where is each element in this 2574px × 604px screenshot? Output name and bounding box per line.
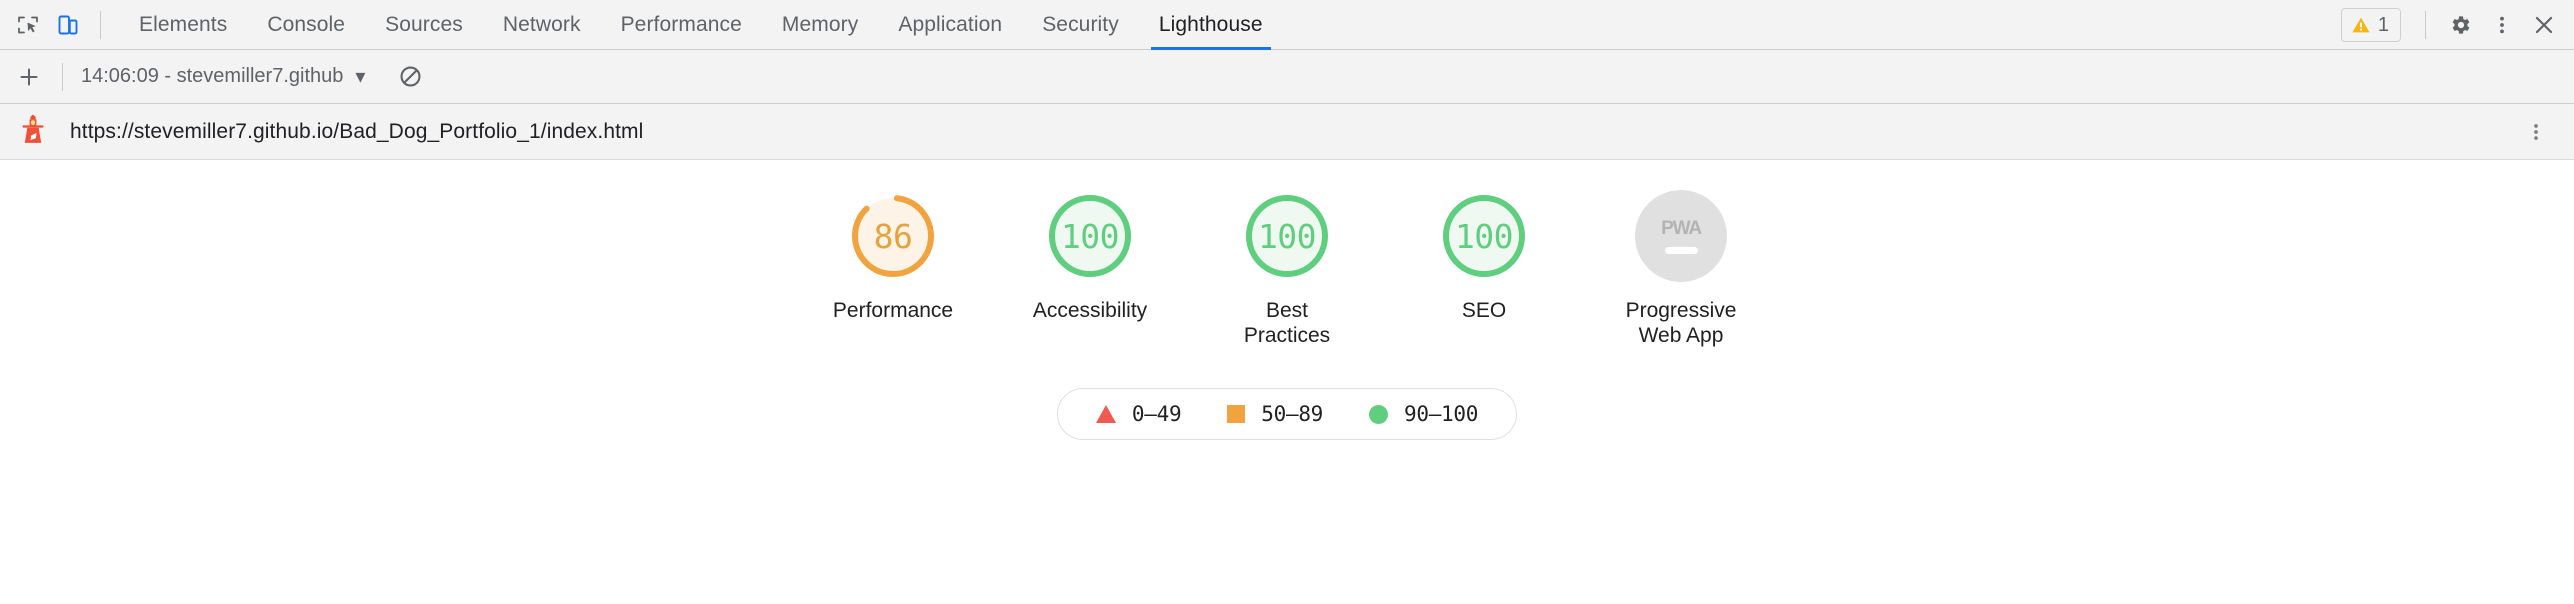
tab-performance[interactable]: Performance [601, 0, 762, 50]
score-label: Best Practices [1243, 299, 1331, 347]
pwa-not-applicable-dash [1664, 246, 1698, 254]
score-value: 100 [1454, 216, 1514, 256]
score-gauge-row: 86 Performance 100 Accessibility 100 Bes… [0, 190, 2574, 348]
lighthouse-icon [20, 114, 46, 149]
warning-count: 1 [2377, 13, 2389, 36]
toolbar-divider [100, 10, 101, 39]
tab-sources[interactable]: Sources [365, 0, 483, 50]
lighthouse-report-toolbar: 14:06:09 - stevemiller7.github ▾ [0, 50, 2574, 104]
warning-triangle-icon [2352, 17, 2370, 32]
devtools-toolbar-actions: 1 [2340, 5, 2564, 45]
pwa-badge: PWA [1635, 190, 1727, 282]
panel-tab-list: Elements Console Sources Network Perform… [119, 0, 1283, 50]
toolbar-divider [2425, 10, 2426, 39]
score-gauge-progressive-web-app[interactable]: PWA Progressive Web App [1626, 190, 1736, 348]
score-gauge-accessibility[interactable]: 100 Accessibility [1033, 190, 1147, 323]
close-icon[interactable] [2524, 5, 2564, 45]
tab-label: Application [898, 12, 1003, 36]
score-gauge-performance[interactable]: 86 Performance [833, 190, 953, 323]
tab-elements[interactable]: Elements [119, 0, 247, 50]
square-swatch-icon [1227, 405, 1246, 423]
add-report-button[interactable] [8, 58, 50, 96]
score-label: Accessibility [1032, 299, 1148, 322]
score-value: 100 [1257, 216, 1317, 256]
circle-swatch-icon [1369, 404, 1389, 424]
inspect-element-icon[interactable] [8, 5, 48, 45]
legend-item-average: 50–89 [1227, 402, 1323, 426]
score-legend: 0–49 50–89 90–100 [1056, 388, 1518, 440]
legend-range: 0–49 [1131, 402, 1182, 426]
tab-label: Security [1042, 12, 1119, 36]
legend-range: 90–100 [1404, 402, 1479, 426]
score-gauge-best-practices[interactable]: 100 Best Practices [1241, 190, 1333, 348]
gauge-ring: 100 [1438, 190, 1530, 282]
score-legend-container: 0–49 50–89 90–100 [0, 388, 2574, 440]
kebab-menu-icon[interactable] [2516, 112, 2556, 152]
legend-item-pass: 90–100 [1369, 402, 1478, 426]
report-selector-dropdown[interactable]: 14:06:09 - stevemiller7.github ▾ [75, 58, 373, 96]
score-value: 86 [873, 216, 913, 256]
tab-label: Elements [139, 12, 228, 36]
tab-memory[interactable]: Memory [762, 0, 878, 50]
pwa-logo-text: PWA [1661, 217, 1702, 239]
score-label: Performance [832, 299, 954, 322]
triangle-swatch-icon [1095, 405, 1116, 423]
tab-security[interactable]: Security [1022, 0, 1139, 50]
chevron-down-icon: ▾ [355, 66, 366, 88]
gauge-ring: 100 [1044, 190, 1136, 282]
report-selector-label: 14:06:09 - stevemiller7.github [81, 65, 344, 87]
tab-application[interactable]: Application [878, 0, 1022, 50]
tab-label: Lighthouse [1158, 12, 1263, 36]
report-url: https://stevemiller7.github.io/Bad_Dog_P… [70, 119, 644, 143]
no-entry-icon [400, 66, 421, 87]
device-toolbar-icon[interactable] [48, 5, 88, 45]
report-url-bar: https://stevemiller7.github.io/Bad_Dog_P… [0, 104, 2574, 160]
score-label: Progressive Web App [1625, 299, 1737, 347]
gauge-ring: 100 [1241, 190, 1333, 282]
score-value: 100 [1060, 216, 1120, 256]
tab-label: Sources [385, 12, 463, 36]
toolbar-divider [62, 62, 63, 91]
kebab-menu-icon[interactable] [2482, 5, 2522, 45]
tab-label: Memory [781, 12, 859, 36]
tab-console[interactable]: Console [247, 0, 365, 50]
tab-lighthouse[interactable]: Lighthouse [1139, 0, 1283, 50]
plus-icon [20, 68, 38, 85]
legend-range: 50–89 [1261, 402, 1324, 426]
gear-icon[interactable] [2440, 5, 2480, 45]
score-gauge-seo[interactable]: 100 SEO [1438, 190, 1530, 323]
gauge-ring: 86 [847, 190, 939, 282]
score-label: SEO [1461, 299, 1507, 322]
tab-label: Network [502, 12, 581, 36]
clear-reports-button[interactable] [389, 58, 431, 96]
legend-item-fail: 0–49 [1095, 402, 1182, 426]
devtools-tab-bar: Elements Console Sources Network Perform… [0, 0, 2574, 50]
tab-network[interactable]: Network [483, 0, 601, 50]
tab-label: Console [267, 12, 346, 36]
warning-badge[interactable]: 1 [2340, 7, 2401, 42]
tab-label: Performance [620, 12, 742, 36]
lighthouse-report-body: 86 Performance 100 Accessibility 100 Bes… [0, 160, 2574, 604]
